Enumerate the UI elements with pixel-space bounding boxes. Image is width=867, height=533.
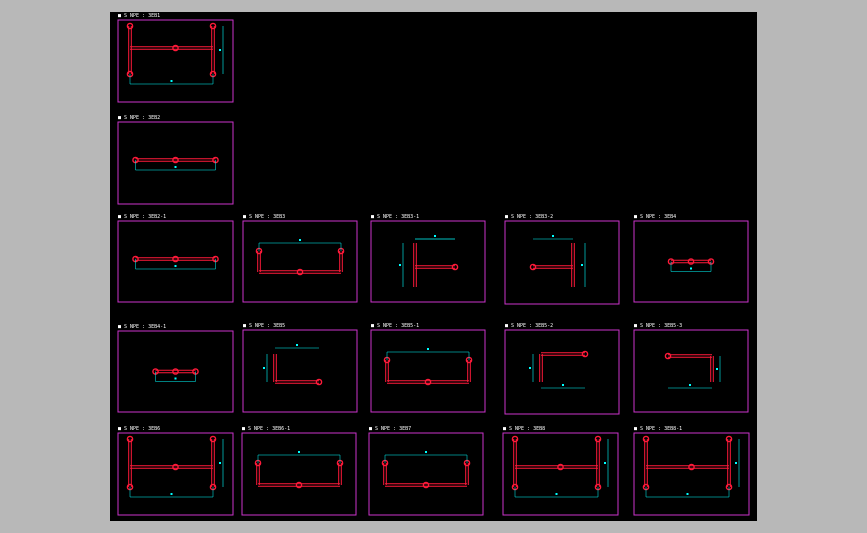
panel-title: ■ S NPE : 3EB5-2 bbox=[505, 323, 553, 329]
panel-title: ■ S NPE : 3EB6 bbox=[118, 426, 160, 432]
dimension-text bbox=[562, 384, 564, 386]
dimension-text bbox=[689, 384, 691, 386]
panel-title: ■ S NPE : 3EB3 bbox=[243, 214, 285, 220]
dimension-text bbox=[263, 367, 265, 369]
dimension-text bbox=[296, 344, 298, 346]
dimension-text bbox=[299, 239, 301, 241]
dimension-text bbox=[219, 49, 221, 51]
drawing-sheet: ■ S NPE : 3EB1 ■ S NPE : 3EB2 ■ S NPE : 3E… bbox=[110, 12, 757, 521]
dimension-text bbox=[604, 462, 606, 464]
panel-title: ■ S NPE : 3EB5-3 bbox=[634, 323, 682, 329]
dimension-text bbox=[686, 493, 689, 495]
dimension-text bbox=[170, 80, 173, 82]
panel-title: ■ S NPE : 3EB3-2 bbox=[505, 214, 553, 220]
dimension-text bbox=[735, 462, 737, 464]
dimension-text bbox=[716, 368, 718, 370]
dimension-text bbox=[581, 264, 583, 266]
panel-title: ■ S NPE : 3EB4-1 bbox=[118, 324, 166, 330]
dimension-text bbox=[425, 451, 427, 453]
dimension-text bbox=[219, 462, 221, 464]
panel-title: ■ S NPE : 3EB5 bbox=[243, 323, 285, 329]
dimension-text bbox=[170, 493, 173, 495]
dimension-text bbox=[174, 265, 177, 267]
dimension-text bbox=[298, 451, 300, 453]
dimension-text bbox=[529, 367, 531, 369]
dimension-text bbox=[434, 235, 436, 237]
dimension-text bbox=[174, 166, 177, 168]
panel-title: ■ S NPE : 3EB8 bbox=[503, 426, 545, 432]
panel-title: ■ S NPE : 3EB1 bbox=[118, 13, 160, 19]
dimension-text bbox=[174, 377, 177, 380]
dimension-text bbox=[690, 267, 692, 270]
panel-title: ■ S NPE : 3EB6-1 bbox=[242, 426, 290, 432]
panel-title: ■ S NPE : 3EB2 bbox=[118, 115, 160, 121]
dimension-text bbox=[552, 235, 554, 237]
panel-title: ■ S NPE : 3EB4 bbox=[634, 214, 676, 220]
panel-title: ■ S NPE : 3EB3-1 bbox=[371, 214, 419, 220]
panel-title: ■ S NPE : 3EB5-1 bbox=[371, 323, 419, 329]
model-space-background bbox=[110, 12, 757, 521]
panel-title: ■ S NPE : 3EB7 bbox=[369, 426, 411, 432]
panel-title: ■ S NPE : 3EB2-1 bbox=[118, 214, 166, 220]
dimension-text bbox=[427, 348, 429, 350]
panel-title: ■ S NPE : 3EB8-1 bbox=[634, 426, 682, 432]
dimension-text bbox=[399, 264, 401, 266]
dimension-text bbox=[555, 493, 558, 495]
